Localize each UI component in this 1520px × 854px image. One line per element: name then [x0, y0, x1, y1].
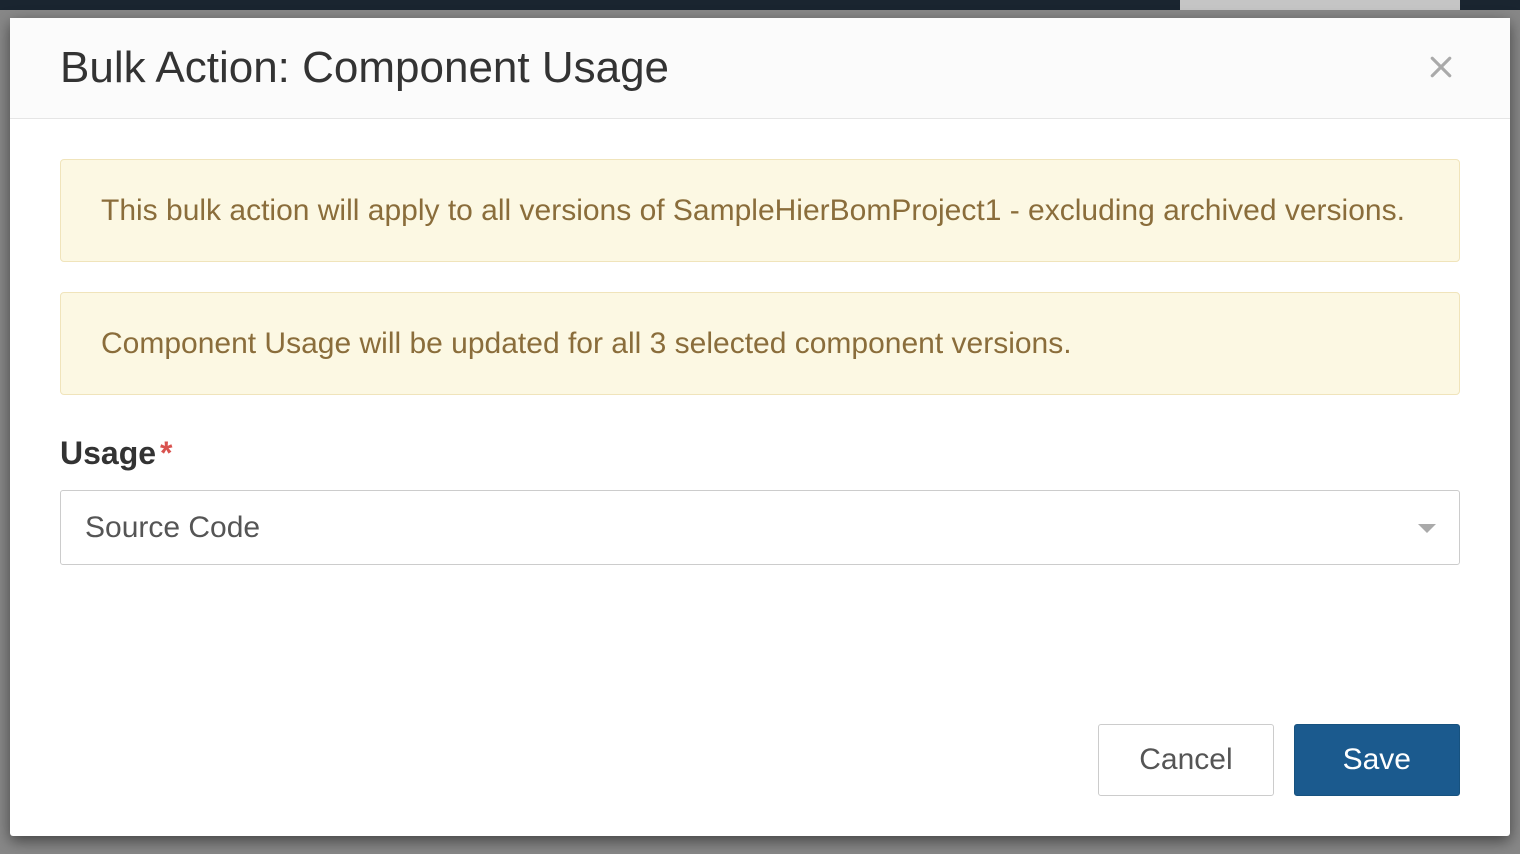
usage-label: Usage*	[60, 435, 1460, 472]
usage-select-wrap: Source Code	[60, 490, 1460, 565]
modal-header: Bulk Action: Component Usage	[10, 18, 1510, 119]
usage-select[interactable]: Source Code	[60, 490, 1460, 565]
cancel-button[interactable]: Cancel	[1098, 724, 1273, 796]
bulk-action-modal: Bulk Action: Component Usage This bulk a…	[10, 18, 1510, 836]
close-icon	[1426, 52, 1456, 85]
modal-body: This bulk action will apply to all versi…	[10, 119, 1510, 714]
scope-alert: This bulk action will apply to all versi…	[60, 159, 1460, 262]
scope-alert-text: This bulk action will apply to all versi…	[101, 194, 1405, 227]
count-alert-text: Component Usage will be updated for all …	[101, 327, 1072, 360]
modal-footer: Cancel Save	[10, 714, 1510, 836]
close-button[interactable]	[1422, 48, 1460, 89]
modal-title: Bulk Action: Component Usage	[60, 43, 669, 93]
usage-label-text: Usage	[60, 435, 156, 471]
count-alert: Component Usage will be updated for all …	[60, 292, 1460, 395]
required-indicator: *	[160, 435, 172, 471]
usage-form-group: Usage* Source Code	[60, 435, 1460, 565]
background-search-area	[1180, 0, 1460, 10]
save-button[interactable]: Save	[1294, 724, 1460, 796]
